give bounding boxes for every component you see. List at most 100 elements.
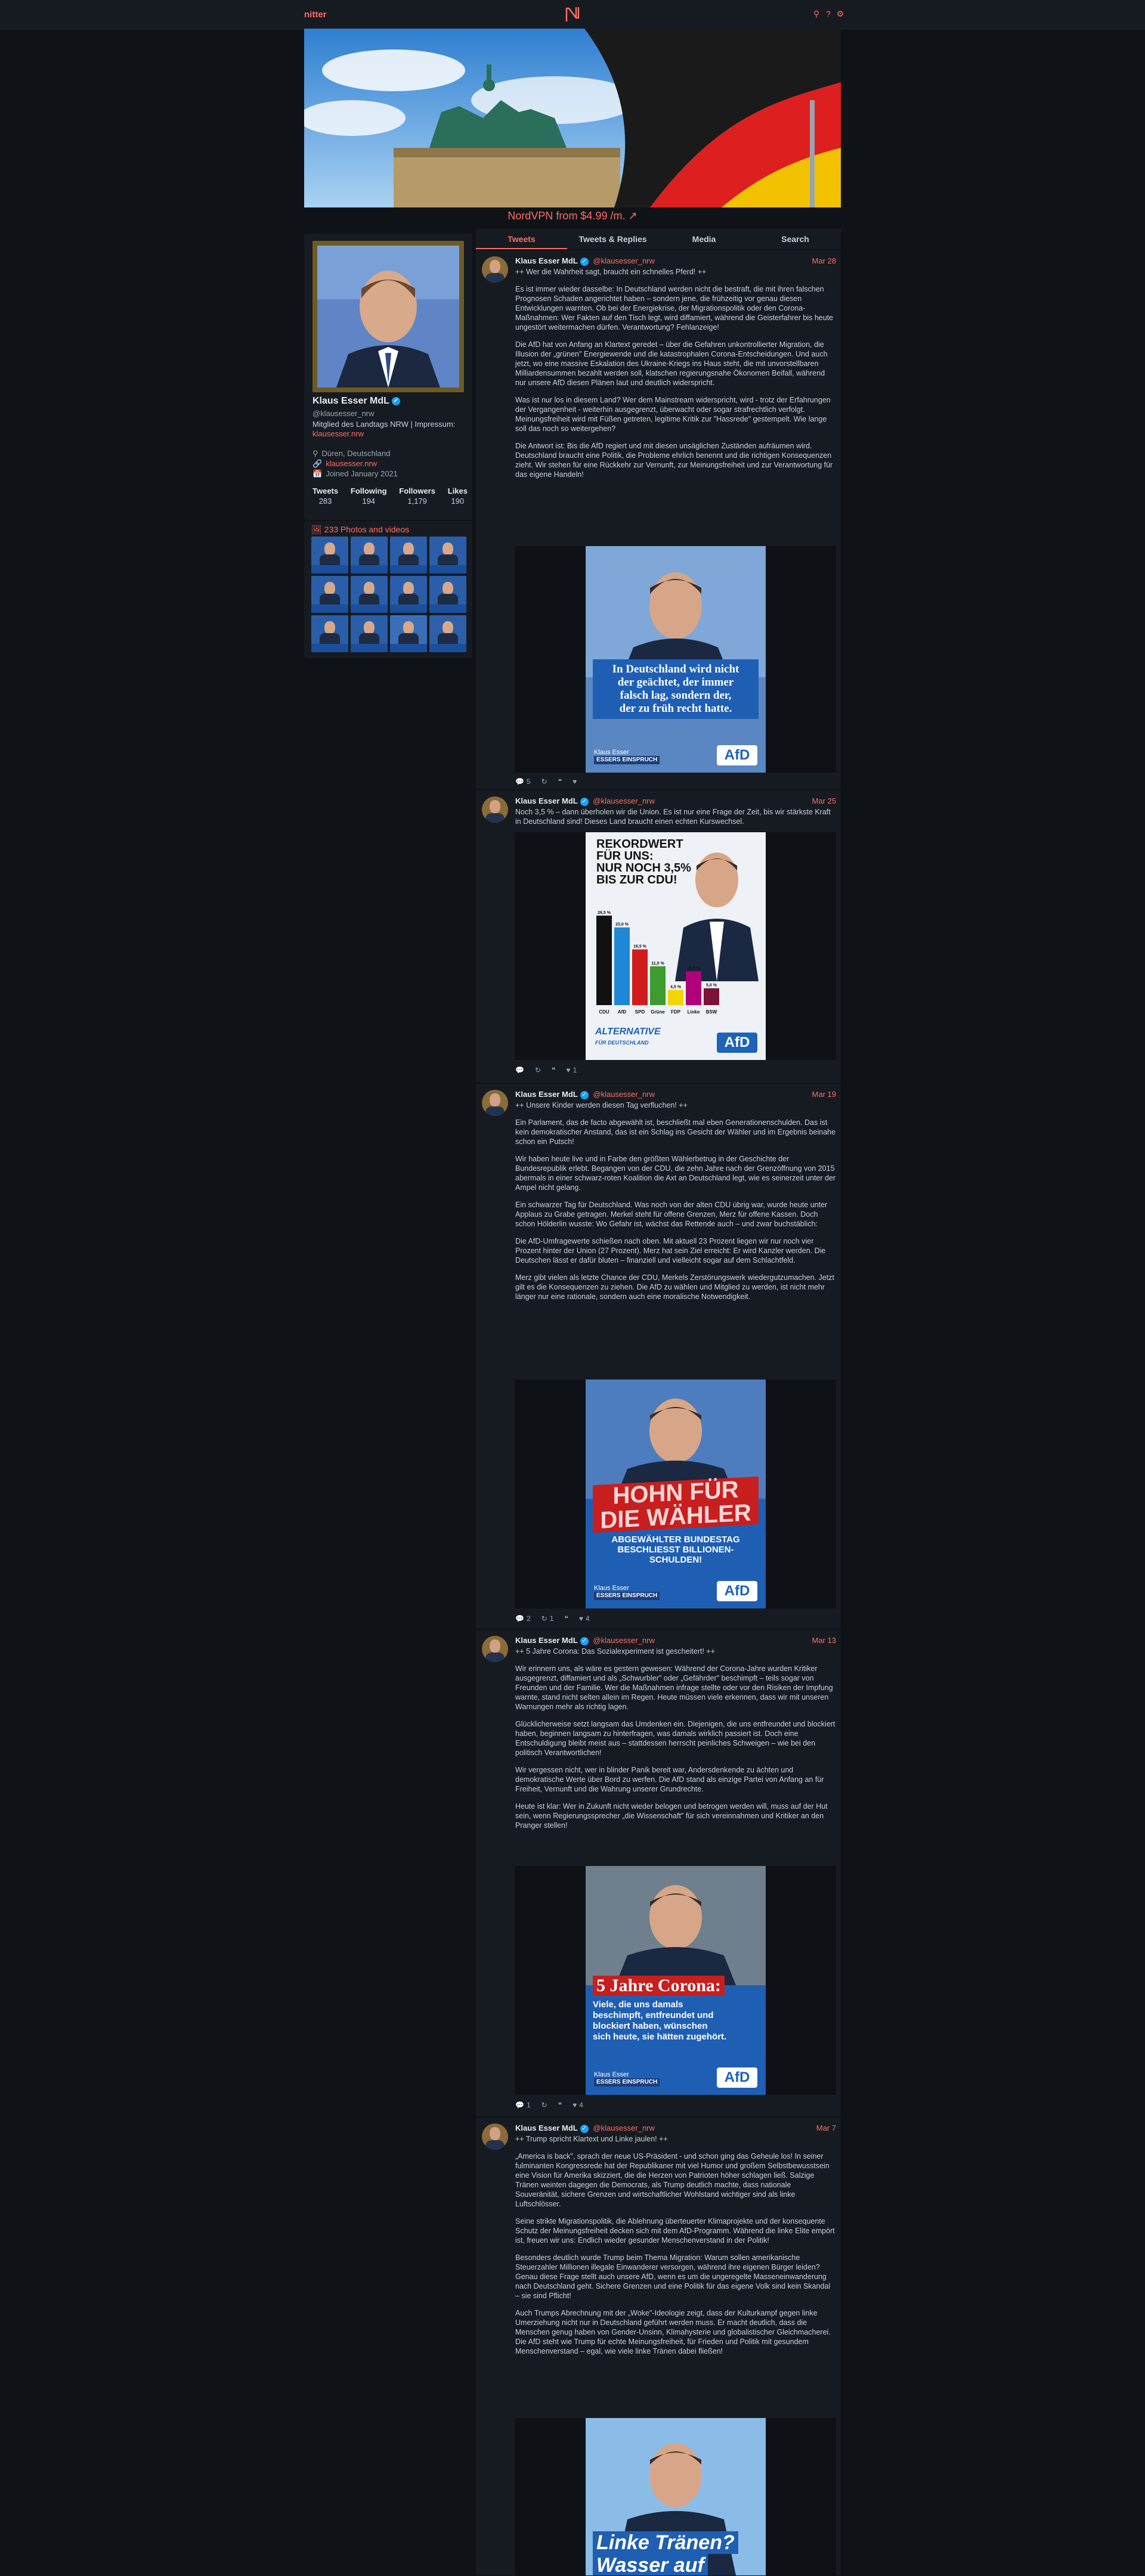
tweet-text: Noch 3,5 % – dann überholen wir die Unio… (515, 808, 831, 826)
stat-following[interactable]: Following 194 (351, 486, 387, 506)
bar-value-label: 16,5 % (633, 945, 647, 949)
tab-media[interactable]: Media (658, 229, 750, 249)
photo-thumbnail[interactable] (351, 576, 388, 613)
tweet-image[interactable]: In Deutschland wird nicht der geächtet, … (515, 546, 836, 773)
bio-link[interactable]: klausesser.nrw (312, 429, 364, 438)
tweet-card[interactable]: Klaus Esser MdL ✓ @klausesser_nrw Mar 25 … (476, 791, 841, 1083)
search-icon[interactable]: ⚲ (812, 9, 821, 19)
quote-icon: ❝ (558, 777, 562, 786)
tweet-image[interactable]: Linke Tränen? Wasser auf (515, 2418, 836, 2575)
reply-count[interactable]: 💬 5 (515, 777, 531, 786)
photo-thumbnail[interactable] (311, 576, 348, 613)
tweet-avatar[interactable] (482, 1090, 508, 1116)
photo-thumbnail[interactable] (311, 615, 348, 652)
stat-likes[interactable]: Likes 190 (448, 486, 468, 506)
tweet-actions: 💬 2 ↻ 1 ❝ ♥ 4 (515, 1614, 590, 1623)
bar-category-label: SPD (635, 1009, 645, 1015)
reply-count[interactable]: 💬 (515, 1066, 524, 1074)
profile-banner[interactable] (304, 29, 841, 207)
like-count[interactable]: ♥ 4 (579, 1614, 590, 1623)
sponsor-link[interactable]: NordVPN from $4.99 /m. ↗ (304, 210, 841, 222)
profile-location: Düren, Deutschland (321, 449, 391, 458)
bar-fdp (668, 990, 683, 1005)
quote-count[interactable]: ❝ (558, 2101, 562, 2109)
quote-count[interactable]: ❝ (552, 1066, 555, 1074)
photo-thumbnail[interactable] (351, 537, 388, 574)
tweet-author-handle[interactable]: @klausesser_nrw (593, 2124, 655, 2132)
quote-count[interactable]: ❝ (564, 1614, 568, 1623)
photo-thumbnail[interactable] (429, 615, 466, 652)
bar-category-label: Grüne (651, 1009, 665, 1015)
tab-tweets-replies[interactable]: Tweets & Replies (567, 229, 658, 249)
reply-count[interactable]: 💬 1 (515, 2101, 531, 2109)
tweet-author-handle[interactable]: @klausesser_nrw (593, 796, 655, 805)
photo-thumbnail[interactable] (429, 576, 466, 613)
tweet-date[interactable]: Mar 25 (812, 796, 836, 805)
like-count[interactable]: ♥ (572, 777, 577, 786)
retweet-count[interactable]: ↻ (535, 1066, 541, 1074)
tweet-date[interactable]: Mar 19 (812, 1090, 836, 1099)
photo-thumbnail[interactable] (390, 615, 427, 652)
bar-linke (686, 971, 701, 1005)
tweet-avatar[interactable] (482, 796, 508, 823)
tweet-image[interactable]: 5 Jahre Corona: Viele, die uns damals be… (515, 1866, 836, 2095)
help-icon[interactable]: ? (824, 9, 833, 19)
stat-followers[interactable]: Followers 1,179 (399, 486, 435, 506)
tweet-date[interactable]: Mar 7 (816, 2124, 836, 2132)
tweet-avatar[interactable] (482, 256, 508, 283)
afd-logo: AfD (717, 1033, 757, 1053)
like-count[interactable]: ♥ 4 (572, 2101, 583, 2109)
tweet-author-handle[interactable]: @klausesser_nrw (593, 1636, 655, 1645)
bar-value-label: 10,0 % (687, 966, 701, 971)
tweet-date[interactable]: Mar 28 (812, 256, 836, 265)
tweet-author-name[interactable]: Klaus Esser MdL (515, 2124, 578, 2132)
profile-joined: Joined January 2021 (326, 469, 398, 478)
poll-bar-chart: 26,5 % CDU 23,0 % AfD 16,5 % SPD 11,5 % Grüne 4,… (596, 911, 719, 1015)
quote-count[interactable]: ❝ (558, 777, 562, 786)
top-navigation-bar: nitter ⚲ ? ⚙ (0, 0, 1145, 29)
tweet-card[interactable]: Klaus Esser MdL ✓ @klausesser_nrw Mar 28 … (476, 250, 841, 790)
tweet-card[interactable]: Klaus Esser MdL ✓ @klausesser_nrw Mar 7 +… (476, 2118, 841, 2576)
nitter-logo-icon[interactable] (563, 5, 582, 24)
tweet-avatar[interactable] (482, 1636, 508, 1662)
calendar-icon: 📅 (312, 469, 323, 478)
tweet-image[interactable]: HOHN FÜR DIE WÄHLER ABGEWÄHLTER BUNDESTA… (515, 1380, 836, 1608)
like-count[interactable]: ♥ 1 (566, 1066, 577, 1074)
profile-avatar[interactable] (312, 241, 464, 392)
comment-icon: 💬 (515, 2101, 524, 2109)
tweet-avatar[interactable] (482, 2124, 508, 2150)
reply-count[interactable]: 💬 2 (515, 1614, 531, 1623)
brand-link[interactable]: nitter (304, 10, 327, 20)
photo-thumbnail[interactable] (351, 615, 388, 652)
photo-thumbnail[interactable] (429, 537, 466, 574)
tweet-author-name[interactable]: Klaus Esser MdL (515, 1636, 578, 1645)
tab-search[interactable]: Search (750, 229, 841, 249)
tweet-author-handle[interactable]: @klausesser_nrw (593, 256, 655, 265)
photo-rail-header[interactable]: 🖼 233 Photos and videos (311, 525, 409, 535)
retweet-count[interactable]: ↻ (541, 777, 547, 786)
bar-category-label: AfD (618, 1009, 626, 1015)
profile-stats: Tweets 283 Following 194 Followers 1,179 Li… (312, 486, 468, 506)
stat-tweets[interactable]: Tweets 283 (312, 486, 338, 506)
tweet-card[interactable]: Klaus Esser MdL ✓ @klausesser_nrw Mar 13 … (476, 1630, 841, 2117)
tab-tweets[interactable]: Tweets (476, 229, 567, 249)
tweet-date[interactable]: Mar 13 (812, 1636, 836, 1645)
photo-thumbnail[interactable] (311, 537, 348, 574)
tweet-author-name[interactable]: Klaus Esser MdL (515, 796, 578, 805)
tweet-author-name[interactable]: Klaus Esser MdL (515, 1090, 578, 1099)
heart-icon: ♥ (566, 1066, 571, 1074)
retweet-count[interactable]: ↻ (541, 2101, 547, 2109)
tweet-card[interactable]: Klaus Esser MdL ✓ @klausesser_nrw Mar 19 … (476, 1084, 841, 1629)
tweet-author-handle[interactable]: @klausesser_nrw (593, 1090, 655, 1099)
retweet-count[interactable]: ↻ 1 (541, 1614, 554, 1623)
external-link-icon: ↗ (628, 210, 638, 222)
tweet-author-name[interactable]: Klaus Esser MdL (515, 256, 578, 265)
profile-website[interactable]: klausesser.nrw (326, 458, 377, 469)
afd-logo: AfD (717, 745, 757, 765)
photo-thumbnail[interactable] (390, 576, 427, 613)
tweet-image[interactable]: REKORDWERT FÜR UNS: NUR NOCH 3,5% BIS ZU… (515, 832, 836, 1060)
settings-icon[interactable]: ⚙ (836, 9, 844, 19)
poster-headline: HOHN FÜR DIE WÄHLER ABGEWÄHLTER BUNDESTA… (593, 1476, 759, 1565)
photo-thumbnail[interactable] (390, 537, 427, 574)
tweet-header: Klaus Esser MdL ✓ @klausesser_nrw Mar 28 (515, 256, 836, 266)
